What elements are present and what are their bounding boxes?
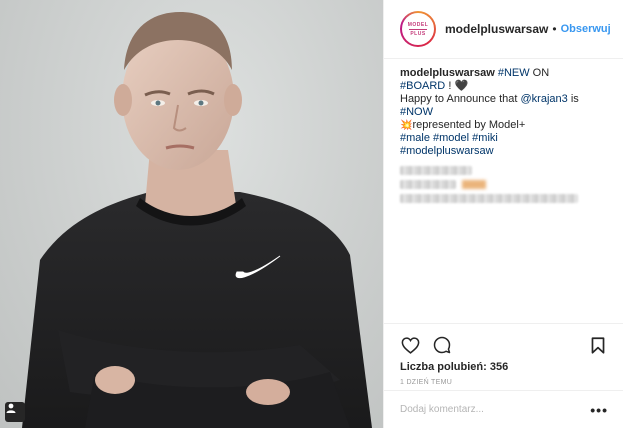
hashtag-now[interactable]: #NOW [400,106,433,118]
user-tag-icon [6,403,16,413]
model-portrait-illustration [22,12,372,428]
caption-line-3: represented by Model+ [412,119,526,131]
action-bar [384,324,623,358]
heart-outline-icon [401,336,419,354]
redacted-emoji [462,180,486,189]
redacted-text-line [400,194,578,203]
redacted-text-line [400,166,472,175]
mention-krajan3[interactable]: @krajan3 [521,93,568,105]
post-caption: modelpluswarsaw #NEW ON #BOARD ! 🖤 Happy… [384,59,607,158]
hashtag-board[interactable]: #BOARD [400,80,445,92]
hashtag-modelpluswarsaw[interactable]: #modelpluswarsaw [400,145,494,157]
redacted-text-line [400,180,456,189]
comment-bubble-icon [433,336,451,354]
comment-form: ••• [384,390,623,428]
avatar-divider [409,28,427,30]
hashtag-miki[interactable]: #miki [472,132,498,144]
comment-button[interactable] [432,335,452,355]
avatar-text-bottom: PLUS [410,30,426,37]
likes-count[interactable]: Liczba polubień: 356 [384,358,623,373]
avatar-logo: MODEL PLUS [402,13,434,45]
caption-line-2: Happy to Announce that [400,93,518,105]
save-button[interactable] [588,335,608,355]
like-button[interactable] [400,335,420,355]
caption-word-is: is [570,93,579,105]
black-heart-emoji: 🖤 [454,80,469,92]
user-tag-button[interactable] [5,402,25,422]
avatar[interactable]: MODEL PLUS [400,11,436,47]
caption-username[interactable]: modelpluswarsaw [400,67,495,79]
redacted-text-row [384,175,623,189]
more-options-button[interactable]: ••• [590,402,608,418]
post-timestamp[interactable]: 1 DZIEŃ TEMU [384,373,623,386]
post-sidebar: MODEL PLUS modelpluswarsaw • Obserwuj mo… [383,0,623,428]
comment-input[interactable] [400,404,591,415]
avatar-text-top: MODEL [407,21,429,28]
hashtag-new[interactable]: #NEW [498,67,530,79]
caption-bang: ! [448,80,452,92]
post-photo[interactable] [0,0,383,428]
post-actions: Liczba polubień: 356 1 DZIEŃ TEMU [384,323,623,386]
hashtag-male[interactable]: #male [400,132,430,144]
bookmark-icon [591,336,605,354]
hashtag-model[interactable]: #model [433,132,469,144]
collision-emoji: 💥 [400,120,413,131]
header-username[interactable]: modelpluswarsaw [445,22,548,36]
post-header: MODEL PLUS modelpluswarsaw • Obserwuj [384,0,623,59]
follow-button[interactable]: Obserwuj [561,23,611,35]
caption-word-on: ON [532,67,550,79]
header-separator: • [552,22,557,36]
